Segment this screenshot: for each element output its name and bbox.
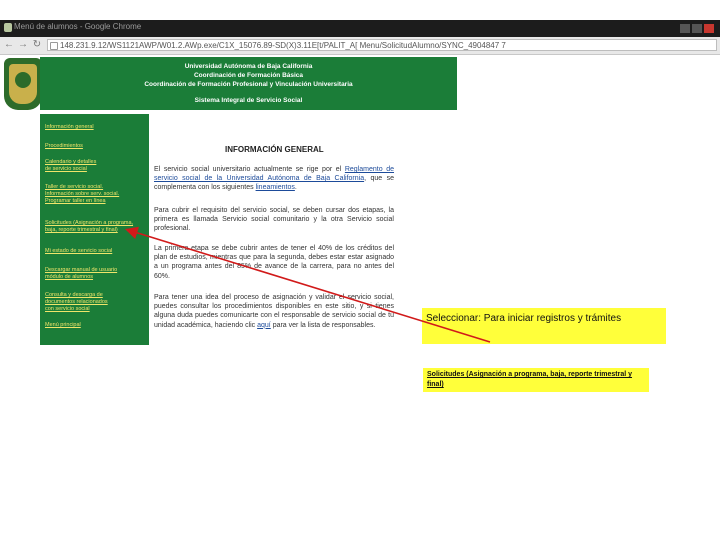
- paragraph-proceso: Para tener una idea del proceso de asign…: [154, 293, 394, 330]
- sidebar-item-manual[interactable]: Descargar manual de usuario módulo de al…: [45, 267, 117, 281]
- paragraph-reglamento: El servicio social universitario actualm…: [154, 165, 394, 193]
- minimize-icon[interactable]: [680, 24, 690, 33]
- paragraph-text: para ver la lista de responsables.: [270, 321, 376, 329]
- sidebar-menu: Información general Procedimientos Calen…: [40, 114, 149, 345]
- maximize-icon[interactable]: [692, 24, 702, 33]
- forward-icon[interactable]: →: [17, 39, 29, 51]
- header-coord-profesional: Coordinación de Formación Profesional y …: [144, 81, 353, 88]
- paragraph-creditos: La primera etapa se debe cubrir antes de…: [154, 245, 394, 280]
- header-coord-basica: Coordinación de Formación Básica: [193, 72, 304, 79]
- paragraph-text: El servicio social universitario actualm…: [154, 166, 345, 173]
- page-icon: [50, 42, 58, 50]
- back-icon[interactable]: ←: [3, 39, 15, 51]
- aqui-link[interactable]: aquí: [257, 322, 271, 329]
- paragraph-etapas: Para cubrir el requisito del servicio so…: [154, 207, 394, 233]
- solicitudes-callout-text: Solicitudes (Asignación a programa, baja…: [427, 371, 633, 388]
- lineamientos-link[interactable]: lineamientos: [256, 184, 295, 191]
- window-controls: [678, 20, 718, 34]
- sidebar-item-documentos[interactable]: Consulta y descarga de documentos relaci…: [45, 292, 108, 313]
- header-university: Universidad Autónoma de Baja California: [184, 63, 313, 70]
- sidebar-item-mi-estado[interactable]: Mi estado de servicio social: [45, 248, 112, 255]
- sidebar-item-menu-principal[interactable]: Menú principal: [45, 322, 81, 329]
- sidebar-item-solicitudes[interactable]: Solicitudes (Asignación a programa, baja…: [45, 220, 133, 234]
- instruction-callout: Seleccionar: Para iniciar registros y tr…: [422, 308, 666, 344]
- sidebar-item-procedimientos[interactable]: Procedimientos: [45, 143, 83, 150]
- paragraph-text: .: [294, 184, 297, 192]
- uabc-logo: [4, 58, 42, 110]
- close-icon[interactable]: [704, 24, 714, 33]
- favicon-icon: [4, 23, 12, 32]
- browser-title-bar: Menú de alumnos - Google Chrome: [0, 20, 720, 37]
- sidebar-item-taller[interactable]: Taller de servicio social. Información s…: [45, 184, 119, 205]
- sidebar-item-calendario[interactable]: Calendario y detalles de servicio social: [45, 159, 96, 173]
- solicitudes-link-callout: Solicitudes (Asignación a programa, baja…: [423, 368, 649, 392]
- logo-emblem: [15, 72, 31, 88]
- header-system-name: Sistema Integral de Servicio Social: [194, 97, 303, 104]
- url-input[interactable]: 148.231.9.12/WS1121AWP/W01.2.AWp.exe/C1X…: [47, 39, 717, 51]
- sidebar-item-informacion-general[interactable]: Información general: [45, 124, 94, 131]
- window-title: Menú de alumnos - Google Chrome: [14, 22, 142, 31]
- url-text: 148.231.9.12/WS1121AWP/W01.2.AWp.exe/C1X…: [60, 41, 506, 50]
- reload-icon[interactable]: ↻: [31, 39, 43, 51]
- page-header: Universidad Autónoma de Baja California …: [40, 57, 457, 110]
- page-title: INFORMACIÓN GENERAL: [225, 145, 324, 154]
- address-bar: ← → ↻ 148.231.9.12/WS1121AWP/W01.2.AWp.e…: [0, 37, 720, 55]
